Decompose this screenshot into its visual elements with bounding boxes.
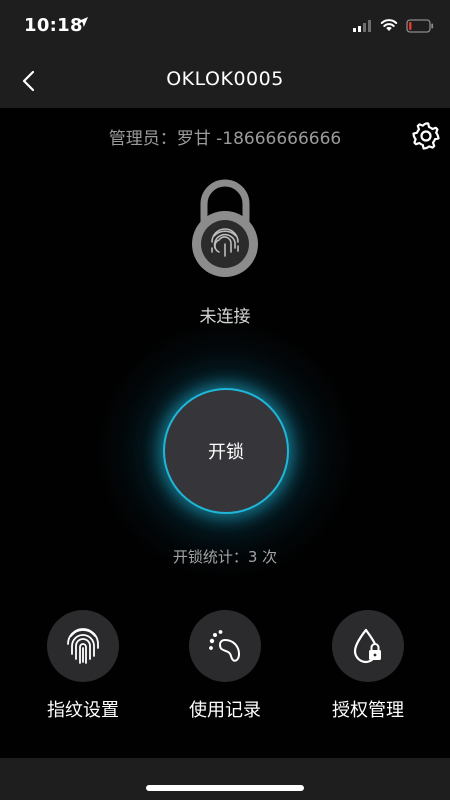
action-bar: 指纹设置 使用记录 授权管理	[0, 610, 450, 730]
drop-lock-icon	[353, 628, 381, 664]
fingerprint-padlock-icon	[192, 179, 258, 277]
cellular-signal-icon	[353, 20, 371, 32]
fingerprint-icon	[67, 628, 99, 664]
fingerprint-settings-circle	[47, 610, 119, 682]
fingerprint-settings-button[interactable]: 指纹设置	[23, 610, 143, 722]
gear-icon[interactable]	[409, 119, 443, 153]
authorization-management-circle	[332, 610, 404, 682]
authorization-management-label: 授权管理	[332, 700, 404, 721]
usage-records-label: 使用记录	[189, 700, 261, 721]
wifi-icon	[380, 19, 398, 31]
nav-bar: OKLOK0005	[0, 54, 450, 108]
unlock-count: 开锁统计：3 次	[172, 548, 278, 566]
home-indicator[interactable]	[146, 785, 304, 791]
usage-records-circle	[189, 610, 261, 682]
page-title: OKLOK0005	[166, 68, 284, 90]
status-time: 10:18	[24, 15, 83, 36]
unlock-button[interactable]: 开锁	[163, 388, 289, 514]
usage-records-button[interactable]: 使用记录	[165, 610, 285, 722]
location-arrow-icon	[78, 17, 88, 27]
status-bar: 10:18	[0, 0, 450, 54]
battery-icon	[406, 19, 434, 33]
footprint-icon	[209, 630, 241, 662]
authorization-management-button[interactable]: 授权管理	[308, 610, 428, 722]
main-content: 管理员：罗甘 -18666666666 未连接 开锁 开锁统计：3 次 指纹设置…	[0, 108, 450, 758]
fingerprint-settings-label: 指纹设置	[47, 700, 119, 721]
unlock-button-label: 开锁	[208, 442, 244, 463]
bottom-bar	[0, 758, 450, 800]
admin-info: 管理员：罗甘 -18666666666	[108, 129, 342, 149]
